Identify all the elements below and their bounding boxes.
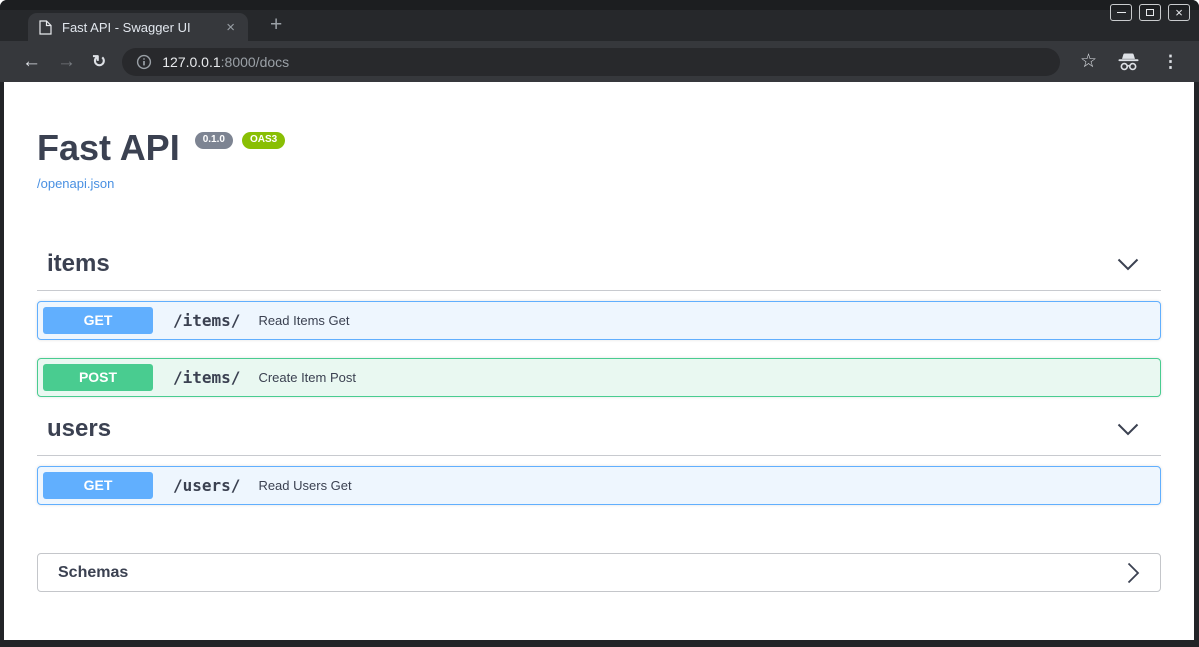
tag-name: users (47, 415, 112, 442)
refresh-icon[interactable]: ↻ (84, 49, 114, 74)
tab-close-icon[interactable]: × (223, 19, 238, 36)
maximize-button[interactable] (1139, 4, 1161, 21)
operation-summary: Read Items Get (258, 313, 350, 328)
method-badge-get: GET (43, 307, 153, 334)
opblock-get-users[interactable]: GET /users/ Read Users Get (37, 466, 1161, 505)
browser-menu-icon[interactable]: ⋮ (1154, 50, 1187, 74)
swagger-page: Fast API 0.1.0 OAS3 /openapi.json items (4, 82, 1194, 640)
schemas-label: Schemas (58, 563, 129, 581)
new-tab-button[interactable]: + (264, 12, 288, 37)
chevron-down-icon (1117, 258, 1139, 271)
close-button[interactable]: × (1168, 4, 1190, 21)
version-badge: 0.1.0 (194, 132, 233, 149)
browser-tab[interactable]: Fast API - Swagger UI × (28, 13, 248, 41)
tag-name: items (47, 250, 110, 277)
url-host: 127.0.0.1 (162, 53, 221, 70)
url-text: 127.0.0.1:8000/docs (162, 54, 289, 70)
tag-section-users: users GET /users/ Read Users Get (37, 415, 1161, 505)
operation-summary: Read Users Get (258, 478, 352, 493)
bookmark-star-icon[interactable]: ☆ (1074, 48, 1103, 75)
incognito-icon (1113, 52, 1144, 72)
api-info: Fast API 0.1.0 OAS3 /openapi.json (37, 130, 1161, 193)
back-icon[interactable]: ← (14, 48, 49, 75)
window-controls: × (1110, 4, 1190, 21)
schemas-section[interactable]: Schemas (37, 553, 1161, 592)
url-path: :8000/docs (220, 53, 290, 70)
browser-window: Fast API - Swagger UI × + × ← → ↻ 127.0.… (0, 0, 1199, 647)
minimize-button[interactable] (1110, 4, 1132, 21)
operations-sections: items GET /items/ Read Items Get POST /i… (37, 250, 1161, 505)
site-info-icon[interactable] (136, 54, 152, 70)
tag-header-users[interactable]: users (37, 415, 1161, 456)
opblock-get-items[interactable]: GET /items/ Read Items Get (37, 301, 1161, 340)
titlebar: Fast API - Swagger UI × + × (0, 0, 1199, 41)
oas3-badge: OAS3 (241, 132, 286, 149)
tab-title: Fast API - Swagger UI (62, 19, 191, 35)
address-bar[interactable]: 127.0.0.1:8000/docs (122, 47, 1060, 76)
operation-path: /users/ (173, 476, 241, 495)
method-badge-post: POST (43, 364, 153, 391)
page-title: Fast API 0.1.0 OAS3 (37, 130, 1161, 166)
api-title-text: Fast API (37, 127, 180, 168)
operation-path: /items/ (173, 368, 241, 387)
maximize-icon (1146, 9, 1154, 16)
operation-path: /items/ (173, 311, 241, 330)
chevron-down-icon (1117, 423, 1139, 436)
method-badge-get: GET (43, 472, 153, 499)
minimize-icon (1116, 11, 1126, 14)
openapi-spec-link[interactable]: /openapi.json (37, 176, 114, 191)
forward-icon[interactable]: → (49, 48, 84, 75)
toolbar-right: ☆ ⋮ (1074, 48, 1187, 75)
tag-header-items[interactable]: items (37, 250, 1161, 291)
operation-summary: Create Item Post (258, 370, 356, 385)
page-file-icon (39, 19, 52, 35)
opblock-post-items[interactable]: POST /items/ Create Item Post (37, 358, 1161, 397)
chevron-right-icon (1127, 562, 1140, 584)
tag-section-items: items GET /items/ Read Items Get POST /i… (37, 250, 1161, 397)
browser-toolbar: ← → ↻ 127.0.0.1:8000/docs ☆ ⋮ (0, 41, 1199, 82)
